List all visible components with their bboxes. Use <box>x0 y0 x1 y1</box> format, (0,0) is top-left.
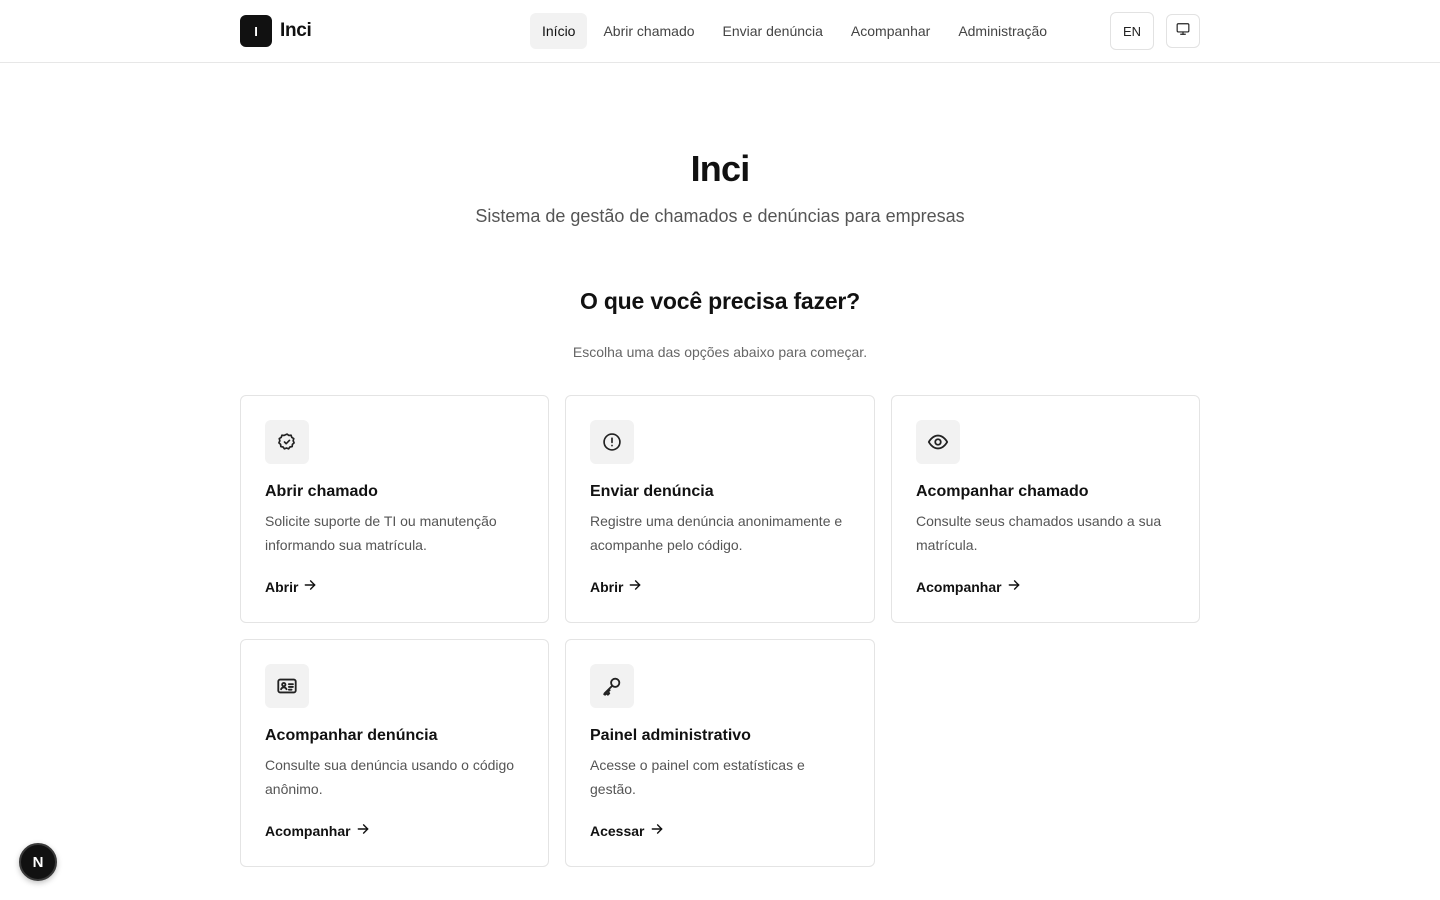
card-description: Solicite suporte de TI ou manutenção inf… <box>265 513 497 553</box>
card-title: Acompanhar denúncia <box>265 727 438 744</box>
section-subtitle: Escolha uma das opções abaixo para começ… <box>572 344 868 360</box>
nav-item-inicio[interactable]: Início <box>530 13 588 49</box>
top-header: I Inci Início Abrir chamado Enviar denún… <box>0 0 1440 63</box>
card-description: Registre uma denúncia anonimamente e aco… <box>590 513 843 553</box>
card-action-label: Acessar <box>590 822 645 839</box>
nav-item-abrir-chamado[interactable]: Abrir chamado <box>591 13 706 49</box>
arrow-right-icon <box>628 578 642 595</box>
nav-item-administracao[interactable]: Administração <box>946 13 1059 49</box>
eye-icon <box>916 420 960 464</box>
check-circle-icon <box>265 420 309 464</box>
card-title: Acompanhar chamado <box>916 483 1089 500</box>
brand-logo[interactable]: I Inci <box>240 15 312 47</box>
hero-subtitle: Sistema de gestão de chamados e denúncia… <box>475 206 965 226</box>
card-description: Consulte seus chamados usando a sua matr… <box>916 513 1162 553</box>
dev-tools-badge[interactable]: N <box>19 843 57 881</box>
arrow-right-icon <box>356 822 370 839</box>
card-action-label: Acompanhar <box>916 578 1002 595</box>
brand-mark: I <box>240 15 272 47</box>
card-title: Enviar denúncia <box>590 483 714 500</box>
card-action-label: Acompanhar <box>265 822 351 839</box>
acompanhar-denuncia-link[interactable]: Acompanhar <box>265 822 370 839</box>
hero-title: Inci <box>690 148 751 189</box>
brand-name: Inci <box>280 20 312 41</box>
section-title: O que você precisa fazer? <box>579 288 861 314</box>
card-title: Painel administrativo <box>590 727 751 744</box>
card-title: Abrir chamado <box>265 483 378 500</box>
abrir-chamado-link[interactable]: Abrir <box>265 578 317 595</box>
card-painel-administrativo[interactable]: Painel administrativo Acesse o painel co… <box>565 639 875 867</box>
painel-administrativo-link[interactable]: Acessar <box>590 822 664 839</box>
card-acompanhar-chamado[interactable]: Acompanhar chamado Consulte seus chamado… <box>891 395 1200 623</box>
nav-item-acompanhar[interactable]: Acompanhar <box>839 13 942 49</box>
card-action-label: Abrir <box>590 578 624 595</box>
card-description: Acesse o painel com estatísticas e gestã… <box>590 757 805 797</box>
arrow-right-icon <box>303 578 317 595</box>
nav-item-enviar-denuncia[interactable]: Enviar denúncia <box>711 13 835 49</box>
card-action-label: Abrir <box>265 578 299 595</box>
arrow-right-icon <box>1007 578 1021 595</box>
language-toggle-button[interactable]: EN <box>1110 12 1154 50</box>
monitor-icon <box>1176 22 1190 41</box>
card-abrir-chamado[interactable]: Abrir chamado Solicite suporte de TI ou … <box>240 395 549 623</box>
arrow-right-icon <box>650 822 664 839</box>
enviar-denuncia-link[interactable]: Abrir <box>590 578 642 595</box>
theme-toggle-button[interactable] <box>1166 14 1200 48</box>
id-card-icon <box>265 664 309 708</box>
card-enviar-denuncia[interactable]: Enviar denúncia Registre uma denúncia an… <box>565 395 875 623</box>
card-description: Consulte sua denúncia usando o código an… <box>265 757 515 797</box>
key-icon <box>590 664 634 708</box>
main-nav: Início Abrir chamado Enviar denúncia Aco… <box>530 13 1063 49</box>
acompanhar-chamado-link[interactable]: Acompanhar <box>916 578 1021 595</box>
alert-circle-icon <box>590 420 634 464</box>
card-acompanhar-denuncia[interactable]: Acompanhar denúncia Consulte sua denúnci… <box>240 639 549 867</box>
